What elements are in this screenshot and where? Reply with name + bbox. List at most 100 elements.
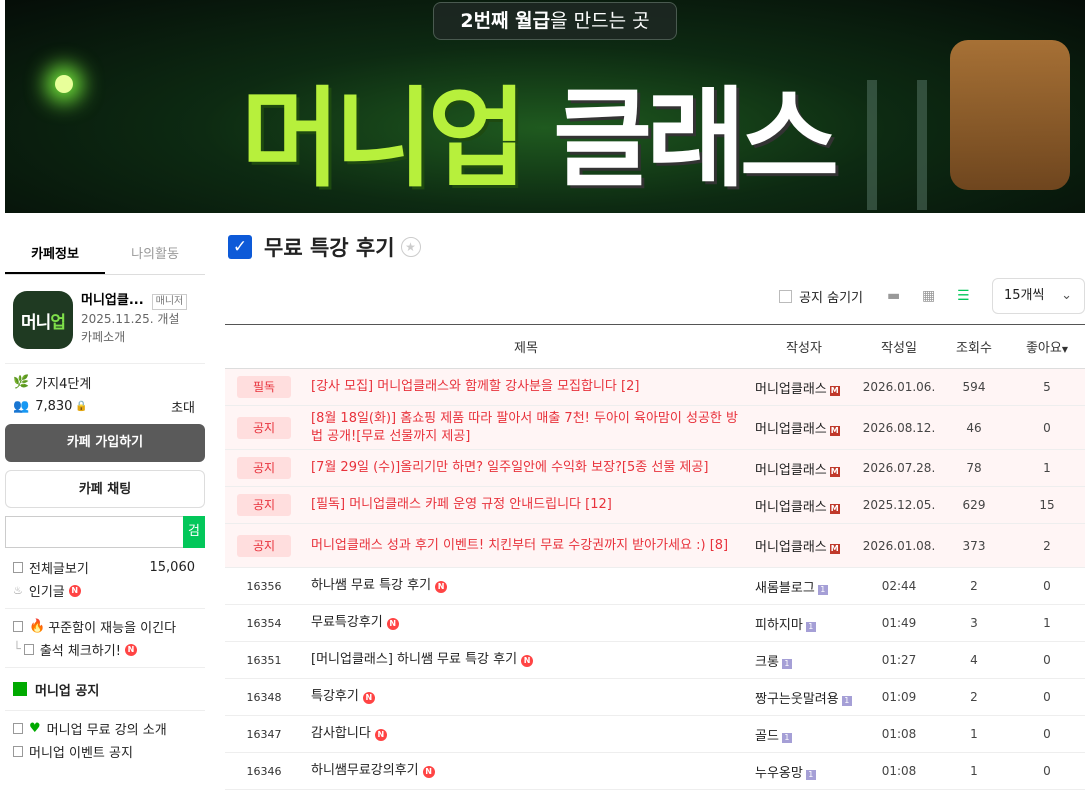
author-name[interactable]: 머니업클래스 xyxy=(755,500,827,515)
author-name[interactable]: 머니업클래스 xyxy=(755,422,827,437)
level-icon: 1 xyxy=(817,584,828,595)
view-count: 373 xyxy=(939,523,1009,568)
join-cafe-button[interactable]: 카페 가입하기 xyxy=(5,424,205,462)
post-table: 제목 작성자 작성일 조회수 좋아요▼ 필독 [강사 모집] 머니업클래스와 함… xyxy=(225,324,1085,790)
like-count: 15 xyxy=(1009,486,1085,524)
author-name[interactable]: 머니업클래스 xyxy=(755,463,827,478)
post-title[interactable]: [7월 29일 (수)]올리기만 하면? 일주일안에 수익화 보장?[5종 선물… xyxy=(311,460,708,475)
col-likes[interactable]: 좋아요▼ xyxy=(1009,324,1085,369)
hide-notice-toggle[interactable]: 공지 숨기기 xyxy=(779,287,863,306)
post-title[interactable]: [강사 모집] 머니업클래스와 함께할 강사분을 모집합니다 [2] xyxy=(311,379,639,394)
like-count: 1 xyxy=(1009,449,1085,487)
menu-attendance[interactable]: └ 출석 체크하기! N xyxy=(5,638,205,661)
up-arrow-graphic xyxy=(867,80,927,210)
cafe-logo[interactable]: 머니 업 xyxy=(13,291,73,349)
menu-label[interactable]: 머니업 무료 강의 소개 xyxy=(47,719,167,738)
search-button[interactable]: 검색 xyxy=(183,516,205,571)
author-name[interactable]: 골드 xyxy=(755,729,779,744)
album-view-icon[interactable]: ▬ xyxy=(887,289,902,303)
menu-label[interactable]: 출석 체크하기! xyxy=(40,640,121,659)
author-name[interactable]: 짱구는웃말려용 xyxy=(755,692,839,707)
cafe-intro-link[interactable]: 카페소개 xyxy=(81,328,187,346)
author-name[interactable]: 누우옹망 xyxy=(755,766,803,781)
checkbox-icon: ✓ xyxy=(228,235,252,259)
post-number: 16351 xyxy=(225,641,303,679)
invite-link[interactable]: 초대 xyxy=(171,397,205,416)
like-count: 0 xyxy=(1009,641,1085,679)
popular-label[interactable]: 인기글 xyxy=(29,581,65,600)
table-row: 16347 감사합니다 N 골드 1 01:08 1 0 xyxy=(225,715,1085,753)
board-toolbar: 공지 숨기기 ▬ ▦ ☰ 15개씩 ⌄ xyxy=(225,278,1085,314)
sidebar: 카페정보 나의활동 머니 업 머니업클... 매니저 2025.11.25. 개설 … xyxy=(5,235,205,763)
post-title[interactable]: 머니업클래스 성과 후기 이벤트! 치킨부터 무료 수강권까지 받아가세요 :)… xyxy=(311,538,728,553)
menu-label[interactable]: 머니업 이벤트 공지 xyxy=(29,742,133,761)
table-row: 16354 무료특강후기 N 피하지마 1 01:49 3 1 xyxy=(225,604,1085,642)
level-icon: 1 xyxy=(781,658,792,669)
manager-badge: 매니저 xyxy=(151,294,188,310)
manager-icon: M xyxy=(829,544,840,554)
post-date: 01:49 xyxy=(859,604,939,642)
menu-event-notice[interactable]: 머니업 이벤트 공지 xyxy=(5,740,205,763)
author-name[interactable]: 크롱 xyxy=(755,655,779,670)
view-count: 1 xyxy=(939,752,1009,790)
tab-cafe-info[interactable]: 카페정보 xyxy=(5,235,105,274)
per-page-select[interactable]: 15개씩 ⌄ xyxy=(992,278,1085,314)
cafe-chat-button[interactable]: 카페 채팅 xyxy=(5,470,205,508)
laser-glow xyxy=(55,75,73,93)
author-name[interactable]: 머니업클래스 xyxy=(755,540,827,555)
all-posts-count: 15,060 xyxy=(149,560,196,575)
sidebar-tabs: 카페정보 나의활동 xyxy=(5,235,205,275)
post-number: 16348 xyxy=(225,678,303,716)
all-posts[interactable]: 전체글보기 15,060 xyxy=(5,556,205,579)
flame-icon: ♨ xyxy=(13,584,23,597)
banner-title-green: 머니업 xyxy=(241,77,527,202)
post-title[interactable]: 특강후기 xyxy=(311,689,359,704)
col-title: 제목 xyxy=(303,324,749,369)
post-date: 2025.12.05. xyxy=(859,486,939,524)
manager-icon: M xyxy=(829,385,840,396)
post-title[interactable]: [8월 18일(화)] 홈쇼핑 제품 따라 팔아서 매출 7천! 두아이 육아맘… xyxy=(311,411,738,444)
post-date: 01:08 xyxy=(859,752,939,790)
post-date: 2026.01.08. xyxy=(859,523,939,568)
members-row: 👥 7,830 🔒 초대 xyxy=(5,394,205,418)
table-row: 16346 하니쌤무료강의후기 N 누우옹망 1 01:08 1 0 xyxy=(225,752,1085,790)
author-name[interactable]: 피하지마 xyxy=(755,618,803,633)
level-row: 🌿 가지4단계 xyxy=(5,370,205,394)
like-count: 0 xyxy=(1009,405,1085,450)
post-title[interactable]: 하나쌤 무료 특강 후기 xyxy=(311,578,431,593)
post-title[interactable]: 감사합니다 xyxy=(311,726,371,741)
hide-notice-checkbox[interactable] xyxy=(779,289,793,303)
cafe-name[interactable]: 머니업클... xyxy=(81,293,144,308)
post-title[interactable]: 무료특강후기 xyxy=(311,615,383,630)
member-count[interactable]: 7,830 xyxy=(35,399,72,414)
level-icon: 1 xyxy=(805,769,816,780)
card-view-icon[interactable]: ▦ xyxy=(922,289,937,303)
star-icon[interactable]: ★ xyxy=(400,237,421,257)
tab-my-activity[interactable]: 나의활동 xyxy=(105,235,205,274)
post-number: 16356 xyxy=(225,567,303,605)
post-title[interactable]: [필독] 머니업클래스 카페 운영 규정 안내드립니다 [12] xyxy=(311,497,612,512)
col-views: 조회수 xyxy=(939,324,1009,369)
lock-icon: 🔒 xyxy=(75,400,88,412)
new-badge: N xyxy=(374,729,387,741)
manager-icon: M xyxy=(829,503,840,514)
all-posts-label[interactable]: 전체글보기 xyxy=(29,558,89,577)
chevron-down-icon: ⌄ xyxy=(1061,288,1072,303)
menu-label[interactable]: 꾸준함이 재능을 이긴다 xyxy=(48,617,176,636)
author-name[interactable]: 새롬블로그 xyxy=(755,581,815,596)
menu-free-lecture[interactable]: ♥ 머니업 무료 강의 소개 xyxy=(5,717,205,740)
list-view-icon[interactable]: ☰ xyxy=(957,289,972,303)
like-count: 0 xyxy=(1009,678,1085,716)
post-title[interactable]: [머니업클래스] 하니쌤 무료 특강 후기 xyxy=(311,652,517,667)
popular-posts[interactable]: ♨ 인기글 N xyxy=(5,579,205,602)
author-name[interactable]: 머니업클래스 xyxy=(755,382,827,397)
sort-icon: ▼ xyxy=(1061,345,1069,354)
search-input[interactable] xyxy=(5,516,183,548)
menu-persistence[interactable]: 🔥 꾸준함이 재능을 이긴다 xyxy=(5,615,205,638)
post-number: 16346 xyxy=(225,752,303,790)
notice-row: 공지 [필독] 머니업클래스 카페 운영 규정 안내드립니다 [12] 머니업클… xyxy=(225,486,1085,524)
notice-badge: 공지 xyxy=(237,457,291,479)
level-label[interactable]: 가지4단계 xyxy=(35,373,91,392)
post-date: 2026.08.12. xyxy=(859,405,939,450)
members-icon: 👥 xyxy=(13,398,30,414)
